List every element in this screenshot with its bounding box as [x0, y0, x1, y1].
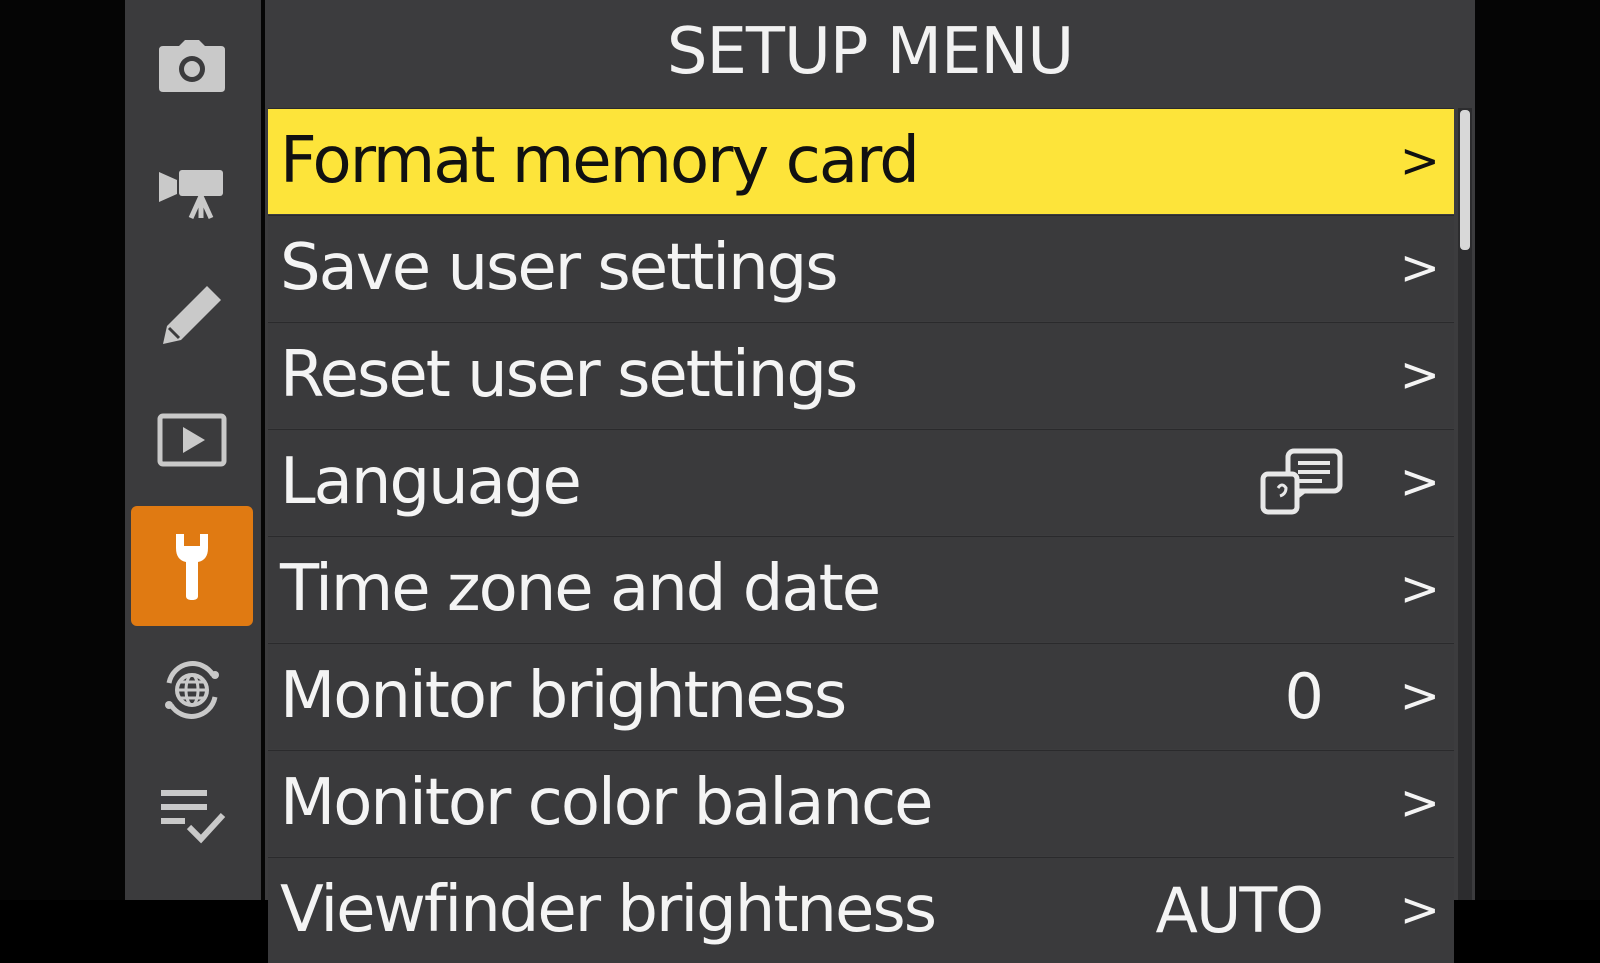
- menu-item-label: Viewfinder brightness: [280, 873, 937, 947]
- camera-icon: [159, 40, 225, 92]
- menu-item-viewfinder-brightness[interactable]: Viewfinder brightness AUTO >: [268, 857, 1454, 963]
- tab-movie-shooting[interactable]: [131, 130, 253, 250]
- menu-item-value: AUTO: [1155, 874, 1324, 947]
- chevron-right-icon: >: [1399, 561, 1440, 617]
- menu-item-monitor-color-balance[interactable]: Monitor color balance >: [268, 750, 1454, 856]
- menu-item-value: 0: [1284, 660, 1324, 733]
- chevron-right-icon: >: [1399, 668, 1440, 724]
- chevron-right-icon: >: [1399, 347, 1440, 403]
- camera-screen: SETUP MENU Format memory card > Save use…: [0, 0, 1600, 963]
- menu-item-save-user-settings[interactable]: Save user settings >: [268, 215, 1454, 321]
- language-icon: [1260, 448, 1344, 522]
- movie-camera-icon: [159, 170, 223, 220]
- pencil-icon: [163, 286, 221, 344]
- wrench-icon: [176, 534, 208, 600]
- menu-item-label: Language: [280, 445, 582, 519]
- menu-item-time-zone-and-date[interactable]: Time zone and date >: [268, 536, 1454, 642]
- tab-setup[interactable]: [131, 506, 253, 626]
- chevron-right-icon: >: [1399, 240, 1440, 296]
- menu-item-label: Monitor color balance: [280, 766, 934, 840]
- menu-item-monitor-brightness[interactable]: Monitor brightness 0 >: [268, 643, 1454, 749]
- page-title: SETUP MENU: [265, 0, 1475, 104]
- chevron-right-icon: >: [1399, 882, 1440, 938]
- tab-playback[interactable]: [131, 380, 253, 500]
- tab-custom-settings[interactable]: [131, 255, 253, 375]
- network-globe-icon: [165, 661, 219, 719]
- menu-tab-bar: [125, 0, 261, 900]
- menu-item-label: Save user settings: [280, 231, 839, 305]
- chevron-right-icon: >: [1399, 775, 1440, 831]
- menu-item-label: Monitor brightness: [280, 659, 847, 733]
- tab-my-menu[interactable]: [131, 755, 253, 875]
- chevron-right-icon: >: [1399, 454, 1440, 510]
- menu-item-label: Reset user settings: [280, 338, 858, 412]
- tab-network[interactable]: [131, 630, 253, 750]
- playback-icon: [157, 413, 227, 467]
- menu-item-language[interactable]: Language >: [268, 429, 1454, 535]
- menu-item-format-memory-card[interactable]: Format memory card >: [268, 108, 1454, 214]
- chevron-right-icon: >: [1399, 133, 1440, 189]
- menu-item-reset-user-settings[interactable]: Reset user settings >: [268, 322, 1454, 428]
- menu-item-label: Format memory card: [280, 124, 920, 198]
- my-menu-icon: [161, 790, 226, 844]
- tab-photo-shooting[interactable]: [131, 6, 253, 126]
- menu-item-label: Time zone and date: [280, 552, 881, 626]
- scrollbar-thumb[interactable]: [1460, 110, 1470, 250]
